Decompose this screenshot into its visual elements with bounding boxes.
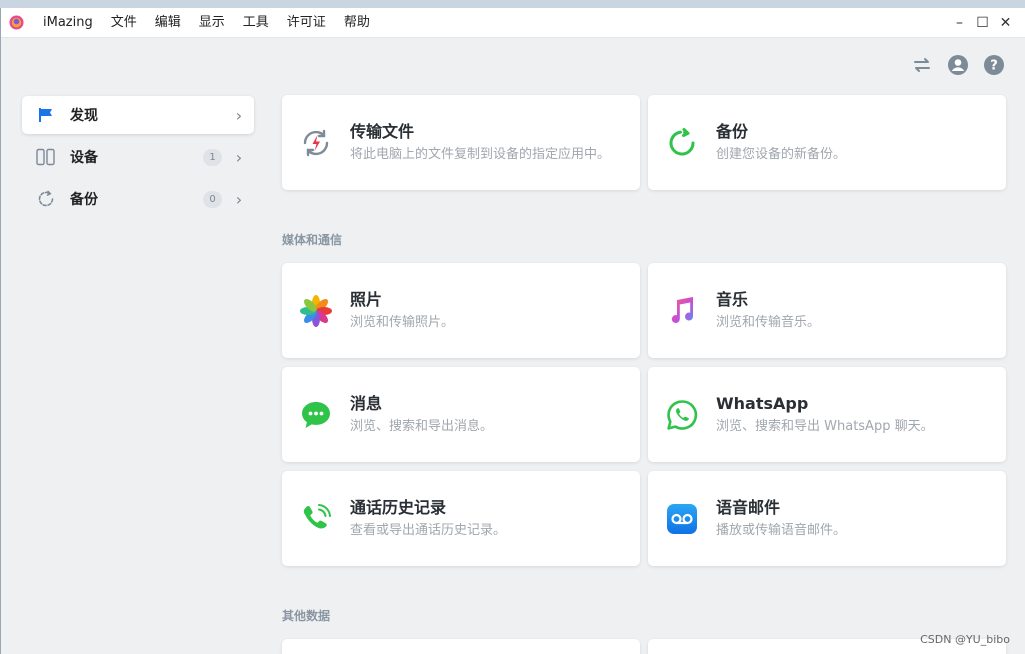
device-icon [36,147,56,167]
chevron-right-icon: › [235,105,243,125]
sidebar-item-backups[interactable]: 备份 0 › [22,180,254,218]
card-description: 查看或导出通话历史记录。 [350,522,507,538]
svg-text:?: ? [990,59,998,74]
card-description: 播放或传输语音邮件。 [716,522,847,538]
card-messages[interactable]: 消息 浏览、搜索和导出消息。 [282,367,640,462]
card-title: 通话历史记录 [350,497,447,517]
help-icon[interactable]: ? [983,54,1005,76]
photos-icon [298,293,334,329]
menu-app-name[interactable]: iMazing [34,8,102,38]
flag-icon [36,105,56,125]
section-heading-media: 媒体和通信 [282,233,343,247]
card-title: 音乐 [716,289,749,309]
menu-file[interactable]: 文件 [102,8,146,38]
sidebar-item-discover[interactable]: 发现 › [22,96,254,134]
maximize-button[interactable]: ☐ [971,8,994,38]
card-title: WhatsApp [716,393,809,413]
card-description: 浏览、搜索和导出 WhatsApp 聊天。 [716,418,934,434]
sidebar-item-label: 设备 [70,150,98,166]
sidebar: 发现 › 设备 1 › 备份 0 › [22,96,254,222]
backup-icon [36,189,56,209]
card-voicemail[interactable]: 语音邮件 播放或传输语音邮件。 [648,471,1006,566]
card-whatsapp[interactable]: WhatsApp 浏览、搜索和导出 WhatsApp 聊天。 [648,367,1006,462]
card-description: 浏览和传输音乐。 [716,314,821,330]
sidebar-item-devices[interactable]: 设备 1 › [22,138,254,176]
card-transfer-files[interactable]: 传输文件 将此电脑上的文件复制到设备的指定应用中。 [282,95,640,190]
minimize-button[interactable]: – [948,8,971,38]
card-description: 创建您设备的新备份。 [716,146,847,162]
close-button[interactable]: ✕ [994,8,1017,38]
menu-bar: iMazing 文件 编辑 显示 工具 许可证 帮助 [34,8,379,38]
count-badge: 1 [203,148,222,166]
phone-icon [298,501,334,537]
messages-icon [298,397,334,433]
menu-view[interactable]: 显示 [190,8,234,38]
card-photos[interactable]: 照片 浏览和传输照片。 [282,263,640,358]
watermark-text: CSDN @YU_bibo [920,633,1010,646]
card-title: 照片 [350,289,383,309]
window-controls: – ☐ ✕ [948,8,1017,38]
card-description: 浏览和传输照片。 [350,314,455,330]
menu-tools[interactable]: 工具 [234,8,278,38]
card-title: 传输文件 [350,121,415,141]
card-description: 将此电脑上的文件复制到设备的指定应用中。 [350,146,611,162]
app-window: iMazing 文件 编辑 显示 工具 许可证 帮助 – ☐ ✕ ? 发现 › … [0,8,1025,654]
card-title: 消息 [350,393,383,413]
chevron-right-icon: › [235,189,243,209]
menu-license[interactable]: 许可证 [278,8,335,38]
transfer-icon [298,125,334,161]
card-title: 语音邮件 [716,497,781,517]
imazing-logo-icon [9,15,24,30]
music-icon [664,293,700,329]
card-partial[interactable] [282,639,640,654]
sidebar-item-label: 发现 [70,108,98,124]
transfer-arrows-icon[interactable] [911,54,933,76]
card-title: 备份 [716,121,749,141]
menu-edit[interactable]: 编辑 [146,8,190,38]
voicemail-icon [664,501,700,537]
card-music[interactable]: 音乐 浏览和传输音乐。 [648,263,1006,358]
count-badge: 0 [203,190,222,208]
sidebar-item-label: 备份 [70,192,98,208]
card-call-history[interactable]: 通话历史记录 查看或导出通话历史记录。 [282,471,640,566]
menu-help[interactable]: 帮助 [335,8,379,38]
card-backup[interactable]: 备份 创建您设备的新备份。 [648,95,1006,190]
account-icon[interactable] [947,54,969,76]
chevron-right-icon: › [235,147,243,167]
whatsapp-icon [664,397,700,433]
toolbar-icons: ? [911,54,1005,76]
backup-icon [664,125,700,161]
card-description: 浏览、搜索和导出消息。 [350,418,494,434]
title-bar: iMazing 文件 编辑 显示 工具 许可证 帮助 – ☐ ✕ [1,8,1025,38]
section-heading-other-data: 其他数据 [282,609,331,623]
